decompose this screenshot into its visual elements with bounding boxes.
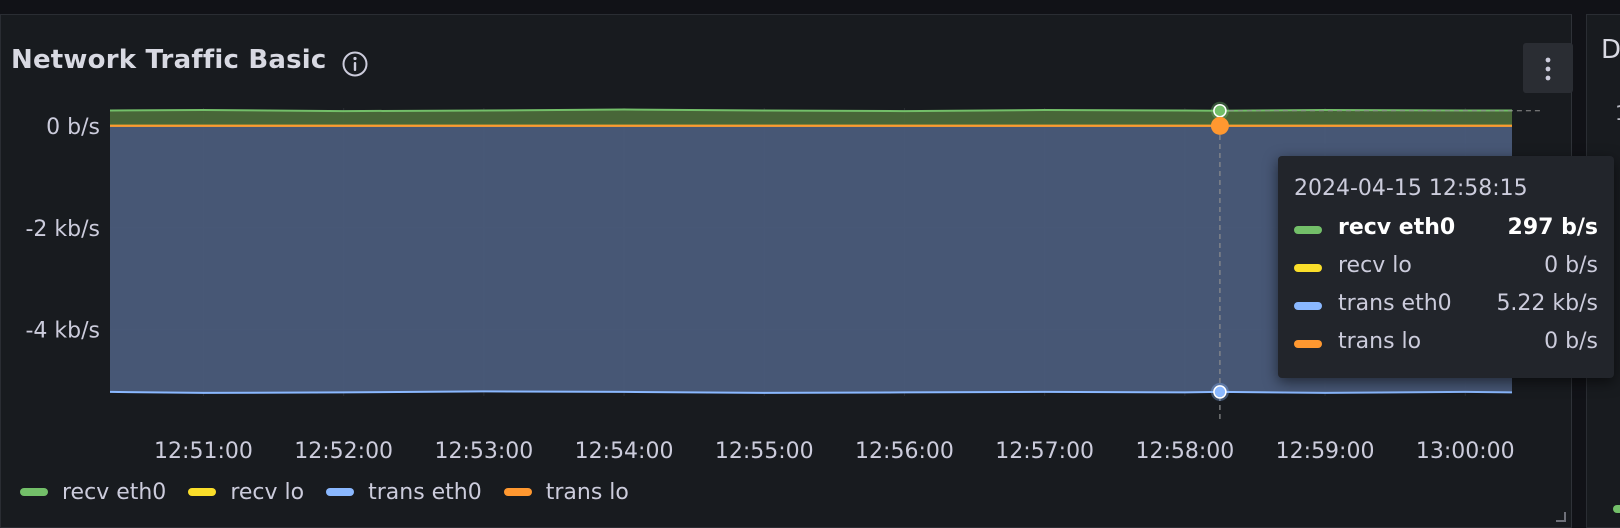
x-tick-label: 12:53:00 bbox=[434, 439, 533, 464]
legend-swatch bbox=[503, 488, 532, 496]
x-tick-label: 13:00:00 bbox=[1416, 439, 1515, 464]
tooltip-rows: recv eth0 297 b/s recv lo 0 b/s trans eth0 5.… bbox=[1294, 211, 1598, 363]
legend-item[interactable]: recv eth0 bbox=[20, 480, 166, 505]
legend-label: recv lo bbox=[230, 479, 305, 505]
y-tick-label: 0 b/s bbox=[46, 115, 100, 140]
hover-point-trans-eth0 bbox=[1213, 385, 1227, 399]
series-area-recv-eth0 bbox=[110, 109, 1512, 126]
tooltip-series-name: trans lo bbox=[1338, 329, 1422, 354]
y-tick-label: -4 kb/s bbox=[25, 319, 100, 344]
tooltip-series-value: 0 b/s bbox=[1544, 253, 1598, 278]
legend-swatch bbox=[326, 488, 355, 496]
tooltip-row: trans lo 0 b/s bbox=[1294, 325, 1598, 363]
tooltip-row: trans eth0 5.22 kb/s bbox=[1294, 287, 1598, 325]
x-tick-label: 12:59:00 bbox=[1276, 439, 1375, 464]
tooltip-series-name: recv eth0 bbox=[1338, 215, 1456, 240]
tooltip-series-value: 0 b/s bbox=[1544, 329, 1598, 354]
legend-label: recv eth0 bbox=[62, 479, 167, 505]
tooltip-swatch bbox=[1294, 302, 1322, 310]
tooltip-series-name: recv lo bbox=[1338, 253, 1412, 278]
hover-point-recv-eth0 bbox=[1213, 103, 1227, 118]
tooltip-series-value: 5.22 kb/s bbox=[1496, 291, 1598, 316]
y-tick-label: -2 kb/s bbox=[25, 217, 100, 242]
x-tick-label: 12:52:00 bbox=[294, 439, 393, 464]
hover-point-trans-lo bbox=[1210, 116, 1229, 135]
tooltip-row: recv lo 0 b/s bbox=[1294, 249, 1598, 287]
tooltip-swatch bbox=[1294, 226, 1322, 234]
tooltip-series-name: trans eth0 bbox=[1338, 291, 1452, 316]
legend-item[interactable]: trans lo bbox=[503, 479, 629, 505]
x-tick-label: 12:55:00 bbox=[715, 439, 814, 464]
legend-item[interactable]: recv lo bbox=[188, 480, 304, 505]
x-tick-label: 12:57:00 bbox=[995, 439, 1094, 464]
legend-swatch bbox=[20, 488, 48, 496]
chart-legend: recv eth0 recv lo trans eth0 trans lo bbox=[20, 474, 651, 510]
tooltip-swatch bbox=[1294, 340, 1322, 348]
x-tick-label: 12:56:00 bbox=[855, 439, 954, 464]
tooltip-series-value: 297 b/s bbox=[1507, 215, 1598, 240]
legend-label: trans eth0 bbox=[368, 479, 482, 505]
legend-label: trans lo bbox=[545, 479, 629, 505]
legend-item[interactable]: trans eth0 bbox=[326, 480, 482, 505]
hover-tooltip: 2024-04-15 12:58:15 recv eth0 297 b/s recv… bbox=[1278, 156, 1614, 378]
tooltip-row: recv eth0 297 b/s bbox=[1294, 211, 1598, 249]
x-tick-label: 12:54:00 bbox=[575, 439, 674, 464]
resize-corner-icon[interactable] bbox=[1554, 510, 1566, 522]
tooltip-swatch bbox=[1294, 264, 1322, 272]
x-tick-label: 12:58:00 bbox=[1135, 439, 1234, 464]
tooltip-time: 2024-04-15 12:58:15 bbox=[1294, 176, 1528, 201]
legend-swatch bbox=[188, 488, 217, 496]
x-tick-label: 12:51:00 bbox=[154, 439, 253, 464]
